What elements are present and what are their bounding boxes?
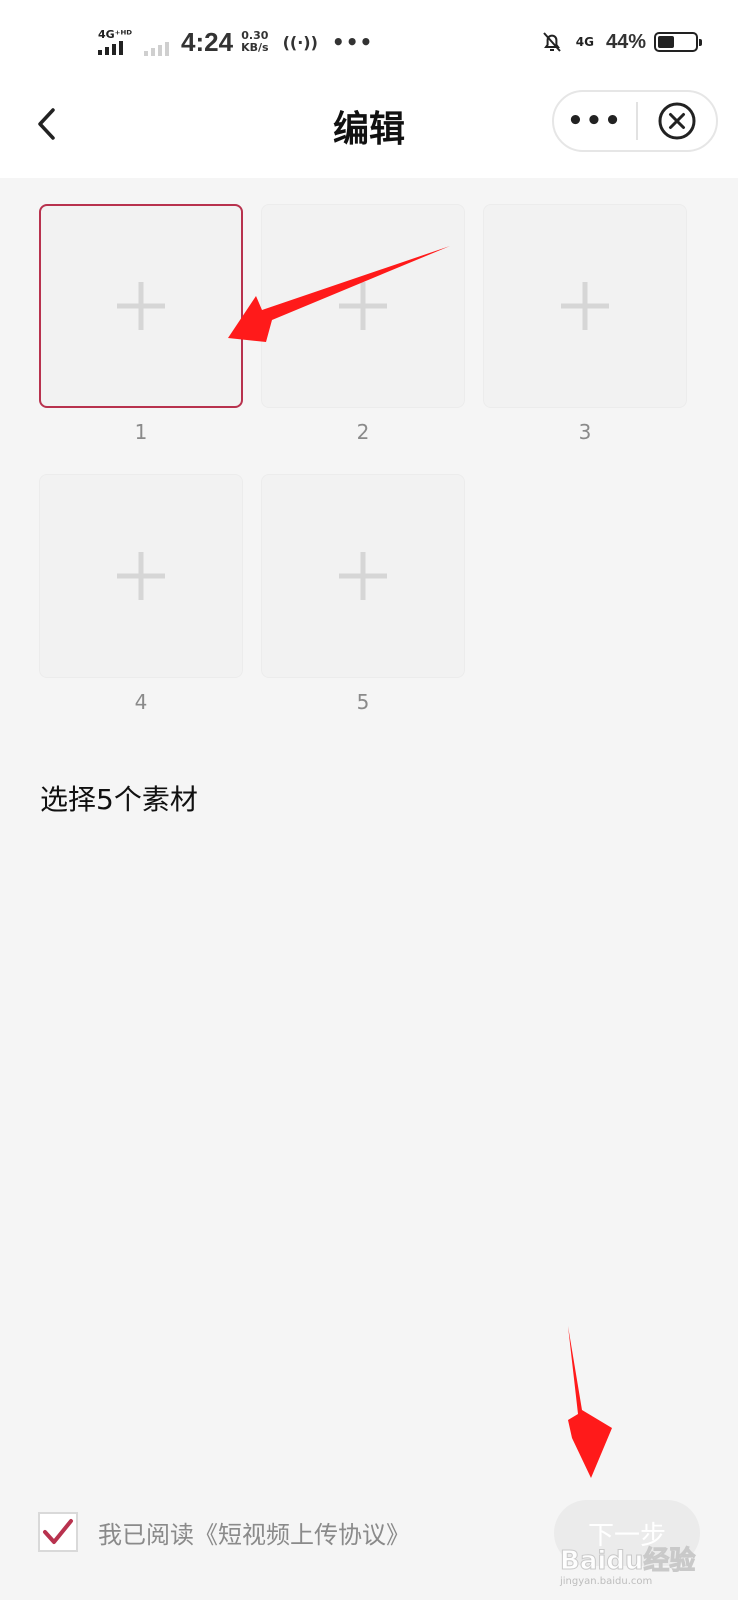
bell-muted-icon <box>543 32 561 52</box>
hotspot-icon: ((·)) <box>282 32 318 52</box>
signal-sim2 <box>144 24 170 60</box>
slot-number-4: 4 <box>134 690 148 714</box>
close-circle-icon <box>658 102 696 140</box>
checkmark-icon <box>43 1519 73 1544</box>
more-notifications-icon: ••• <box>331 30 374 54</box>
slot-number-5: 5 <box>356 690 370 714</box>
battery-percent: 44% <box>605 30 646 53</box>
nav-bar: 编辑 ••• <box>0 82 738 178</box>
watermark-url: jingyan.baidu.com <box>560 1576 653 1587</box>
more-button[interactable]: ••• <box>554 92 636 150</box>
plus-icon <box>117 552 165 600</box>
arrow-to-next-button-icon <box>568 1326 612 1478</box>
battery-level <box>658 36 674 48</box>
plus-icon <box>339 282 387 330</box>
network-speed: 0.30 KB/s <box>241 30 268 54</box>
signal-bars-empty-icon <box>144 42 170 56</box>
clock: 4:24 <box>181 26 234 57</box>
signal-bars-icon <box>98 41 132 55</box>
sim1-tag: 4G⁺ᴴᴰ <box>98 28 133 41</box>
network-type: 4G <box>575 35 594 49</box>
status-bar: 4G⁺ᴴᴰ 4:24 0.30 KB/s ((·)) ••• 4G 44% <box>0 0 738 82</box>
battery-icon <box>654 32 702 52</box>
status-left: 4G⁺ᴴᴰ 4:24 0.30 KB/s ((·)) ••• <box>98 24 373 60</box>
agreement-checkbox[interactable] <box>38 1512 78 1552</box>
material-slot-1[interactable] <box>39 204 243 408</box>
baidu-watermark: Baidu经验 <box>559 1546 696 1577</box>
slot-number-3: 3 <box>578 420 592 444</box>
agreement-text[interactable]: 我已阅读《短视频上传协议》 <box>98 1515 410 1550</box>
selection-hint: 选择5个素材 <box>40 783 198 816</box>
plus-icon <box>561 282 609 330</box>
material-slot-4[interactable] <box>39 474 243 678</box>
agreement-row: 我已阅读《短视频上传协议》 <box>38 1512 410 1552</box>
slot-number-2: 2 <box>356 420 370 444</box>
material-slot-2[interactable] <box>261 204 465 408</box>
speed-unit: KB/s <box>241 41 269 54</box>
close-button[interactable] <box>638 92 716 150</box>
material-slot-5[interactable] <box>261 474 465 678</box>
mini-program-capsule: ••• <box>552 90 718 152</box>
status-right: 4G 44% <box>540 26 702 58</box>
plus-icon <box>339 552 387 600</box>
material-slot-3[interactable] <box>483 204 687 408</box>
slot-number-1: 1 <box>134 420 148 444</box>
signal-sim1: 4G⁺ᴴᴰ <box>98 29 132 55</box>
plus-icon <box>117 282 165 330</box>
